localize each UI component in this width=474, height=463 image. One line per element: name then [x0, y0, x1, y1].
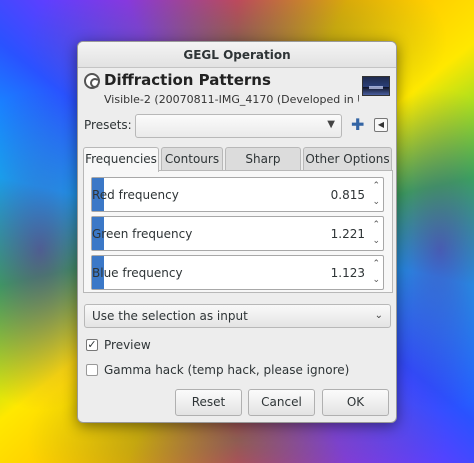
ok-button[interactable]: OK	[322, 389, 389, 416]
dialog-title: GEGL Operation	[78, 42, 396, 68]
tab-sharp-edges[interactable]: Sharp Edges	[225, 147, 301, 188]
image-thumbnail-icon	[362, 76, 390, 96]
blue-frequency-value[interactable]: 1.123	[331, 266, 365, 280]
chevron-up-icon[interactable]: ⌃	[372, 182, 380, 191]
add-preset-button[interactable]: ✚	[351, 116, 364, 134]
red-frequency-label: Red frequency	[92, 188, 179, 202]
tab-bar: Frequencies Contours Sharp Edges Other O…	[83, 147, 393, 188]
gamma-hack-label: Gamma hack (temp hack, please ignore)	[104, 363, 350, 377]
chevron-down-icon[interactable]: ⌄	[372, 198, 380, 207]
presets-row: Presets: ▼ ✚ ◀	[84, 114, 392, 138]
chevron-down-icon[interactable]: ⌄	[372, 237, 380, 246]
green-frequency-value[interactable]: 1.221	[331, 227, 365, 241]
preview-label: Preview	[104, 338, 151, 352]
gegl-operation-dialog: GEGL Operation Diffraction Patterns Visi…	[77, 41, 397, 423]
presets-combo[interactable]: ▼	[135, 114, 342, 138]
blue-frequency-label: Blue frequency	[92, 266, 183, 280]
gamma-hack-checkbox[interactable]	[86, 364, 98, 376]
frequencies-panel: Red frequency 0.815 ⌃ ⌄ Green frequency …	[83, 170, 393, 293]
chevron-up-icon[interactable]: ⌃	[372, 260, 380, 269]
operation-subtitle: Visible-2 (20070811-IMG_4170 (Developed …	[104, 93, 359, 106]
operation-title: Diffraction Patterns	[104, 71, 271, 89]
cancel-button[interactable]: Cancel	[248, 389, 315, 416]
red-frequency-spinscale[interactable]: Red frequency 0.815 ⌃ ⌄	[91, 177, 384, 212]
chevron-down-icon: ⌄	[374, 310, 383, 321]
gegl-icon	[84, 73, 100, 89]
chevron-down-icon[interactable]: ⌄	[372, 276, 380, 285]
reset-button[interactable]: Reset	[175, 389, 242, 416]
tab-other-options[interactable]: Other Options	[303, 147, 392, 171]
input-source-value: Use the selection as input	[92, 309, 248, 323]
green-frequency-spinscale[interactable]: Green frequency 1.221 ⌃ ⌄	[91, 216, 384, 251]
operation-header: Diffraction Patterns Visible-2 (20070811…	[84, 71, 392, 109]
chevron-down-icon: ▼	[327, 119, 335, 130]
blue-frequency-spinscale[interactable]: Blue frequency 1.123 ⌃ ⌄	[91, 255, 384, 290]
input-source-select[interactable]: Use the selection as input ⌄	[84, 304, 391, 328]
presets-menu-button[interactable]: ◀	[374, 118, 388, 132]
red-frequency-value[interactable]: 0.815	[331, 188, 365, 202]
preview-checkbox[interactable]: ✓	[86, 339, 98, 351]
presets-label: Presets:	[84, 118, 132, 132]
tab-contours[interactable]: Contours	[161, 147, 223, 171]
tab-frequencies[interactable]: Frequencies	[83, 147, 159, 172]
green-frequency-label: Green frequency	[92, 227, 193, 241]
chevron-up-icon[interactable]: ⌃	[372, 221, 380, 230]
